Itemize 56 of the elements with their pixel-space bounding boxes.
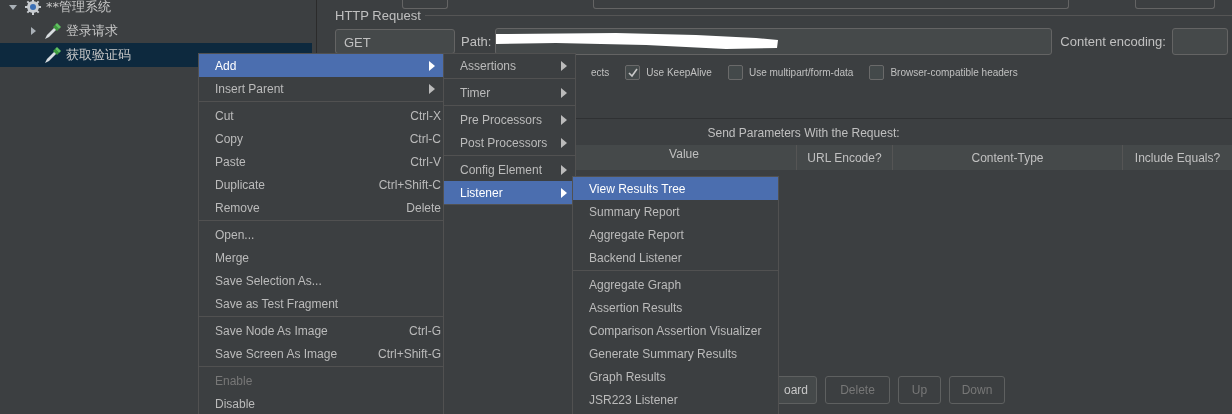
tree-item-label: **管理系统 [46,0,111,16]
menu-item[interactable]: Disable [199,392,443,414]
checkbox[interactable] [727,65,743,80]
menu-item[interactable]: Insert Parent [199,77,443,100]
checkbox-label: Use KeepAlive [646,67,712,78]
menu-item[interactable]: Config Element [444,158,575,181]
menu-item[interactable]: Save Screen As Image Ctrl+Shift-G [199,342,443,365]
menu-item[interactable]: Summary Report [573,200,778,223]
tree-item[interactable]: 登录请求 [0,19,312,43]
path-label: Path: [461,34,492,49]
checkbox[interactable] [625,65,641,80]
tree-item-label: 获取验证码 [66,46,131,64]
content-encoding-field[interactable] [1171,28,1228,55]
menu-item[interactable]: Open... [199,223,443,246]
menu-item[interactable]: Aggregate Graph [573,273,778,296]
checkbox-label: Browser-compatible headers [890,67,1018,78]
menu-item[interactable]: Post Processors [444,131,575,154]
column-header: Value [668,146,700,163]
column-header: Content-Type [892,145,1122,170]
menu-item[interactable]: Duplicate Ctrl+Shift-C [199,173,443,196]
method-dropdown[interactable]: GET [335,29,455,54]
menu-item[interactable]: Paste Ctrl-V [199,150,443,173]
tree-item[interactable]: **管理系统 [0,0,312,19]
menu-item[interactable]: Save as Test Fragment [199,292,443,315]
expand-arrow-icon[interactable] [8,2,18,12]
menu-item[interactable]: View Results Tree [573,177,778,200]
menu-item[interactable]: Merge [199,246,443,269]
menu-item[interactable]: Save Node As Image Ctrl-G [199,319,443,342]
pipette-icon [44,22,62,40]
menu-item[interactable]: Aggregate Report [573,223,778,246]
checkbox-label: Use multipart/form-data [748,67,854,78]
column-header: URL Encode? [796,145,892,170]
menu-item[interactable]: Comparison Assertion Visualizer [573,319,778,342]
menu-item[interactable]: Timer [444,81,575,104]
menu-item[interactable]: Add [199,54,443,77]
checkbox[interactable] [869,65,885,80]
menu-item[interactable]: Copy Ctrl-C [199,127,443,150]
tree-item-label: 登录请求 [66,22,118,40]
menu-item[interactable]: Cut Ctrl-X [199,104,443,127]
path-field[interactable] [495,28,1053,55]
menu-item[interactable]: Assertion Results [573,296,778,319]
pipette-icon [44,46,62,64]
menu-item[interactable]: Listener [444,181,575,204]
menu-item[interactable]: Remove Delete [199,196,443,219]
parameters-title: Send Parameters With the Request: [707,126,900,140]
group-title: HTTP Request [335,8,421,23]
menu-item[interactable]: Save Selection As... [199,269,443,292]
checkbox-label: ects [591,67,610,78]
menu-item[interactable]: Pre Processors [444,108,575,131]
menu-item[interactable]: Assertions [444,54,575,77]
menu-item[interactable]: Backend Listener [573,246,778,269]
menu-item[interactable]: Generate Summary Results [573,342,778,365]
expand-arrow-icon[interactable] [28,26,38,36]
content-encoding-label: Content encoding: [1060,34,1166,49]
gear-icon [24,0,42,16]
column-header: Include Equals? [1122,145,1232,170]
